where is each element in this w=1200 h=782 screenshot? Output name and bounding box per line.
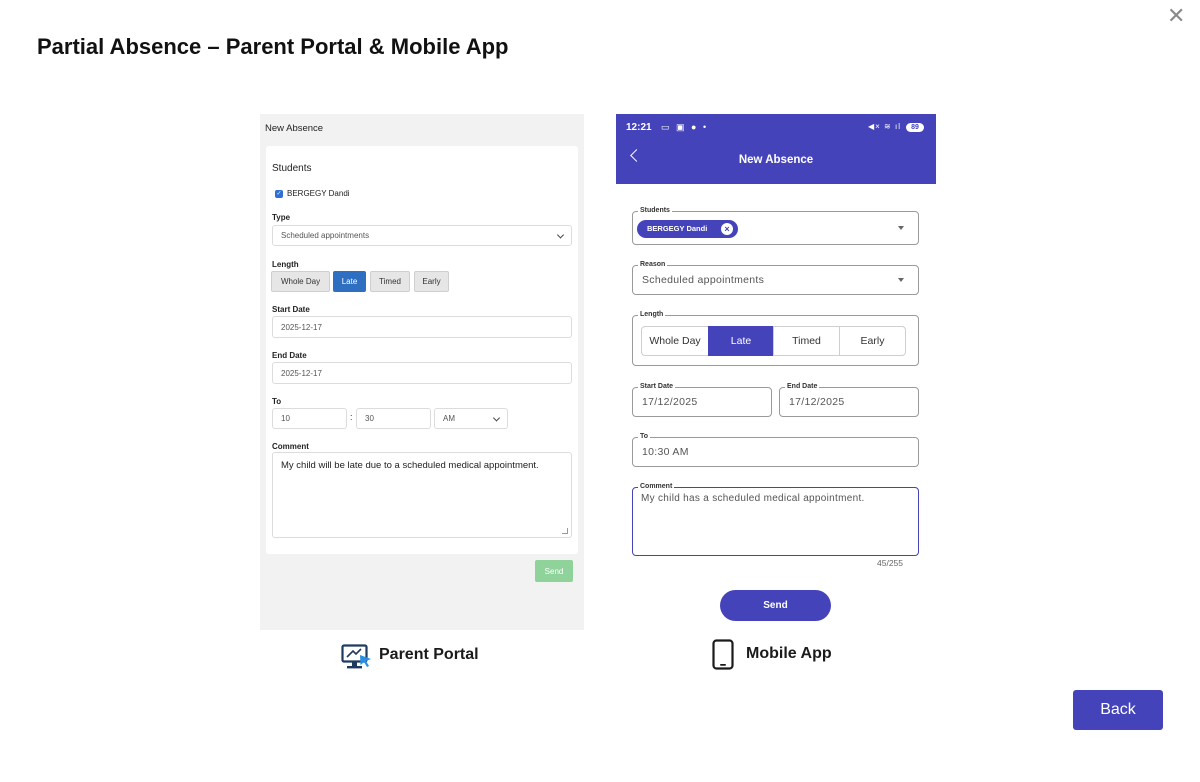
remove-chip-icon[interactable]: × [721, 223, 733, 235]
to-hour-value: 10 [281, 414, 290, 423]
mobile-end-date-label: End Date [785, 382, 820, 392]
end-date-input[interactable]: 2025-12-17 [272, 362, 572, 384]
mobile-students-label: Students [638, 206, 672, 216]
to-hour-input[interactable]: 10 [272, 408, 347, 429]
mobile-length-late[interactable]: Late [708, 326, 774, 356]
mobile-app-caption: Mobile App [746, 645, 832, 662]
type-label: Type [272, 213, 291, 222]
mobile-length-whole-day[interactable]: Whole Day [641, 326, 709, 356]
dropdown-arrow-icon [898, 278, 904, 282]
signal-icons: ◀× ≋ ıl [868, 122, 901, 131]
mobile-start-date-field[interactable]: Start Date 17/12/2025 [632, 382, 772, 417]
mobile-length-timed[interactable]: Timed [773, 326, 840, 356]
mobile-length-label: Length [638, 310, 666, 320]
mobile-end-date-value: 17/12/2025 [789, 396, 845, 408]
mobile-app-screenshot: 12:21 ▭ ▣ ● • ◀× ≋ ıl 89 New Absence Stu… [616, 114, 936, 621]
mobile-comment-label: Comment [638, 482, 675, 492]
mobile-length-field: Length Whole Day Late Timed Early [632, 310, 919, 366]
portal-form-card: Students ✓ BERGEGY Dandi Type Scheduled … [266, 146, 578, 554]
to-minute-value: 30 [365, 414, 374, 423]
student-checkbox[interactable]: ✓ [275, 190, 283, 198]
parent-portal-caption: Parent Portal [379, 646, 479, 663]
end-date-value: 2025-12-17 [281, 368, 322, 378]
mobile-end-date-field[interactable]: End Date 17/12/2025 [779, 382, 919, 417]
mobile-reason-field[interactable]: Reason Scheduled appointments [632, 260, 919, 295]
portal-length-late[interactable]: Late [333, 271, 366, 292]
mobile-reason-label: Reason [638, 260, 668, 270]
comment-textarea[interactable]: My child will be late due to a scheduled… [272, 452, 572, 538]
end-date-label: End Date [272, 351, 307, 360]
start-date-label: Start Date [272, 305, 310, 314]
mobile-send-button[interactable]: Send [720, 590, 831, 621]
status-time: 12:21 [626, 122, 652, 133]
type-select[interactable]: Scheduled appointments [272, 225, 572, 246]
mobile-app-bar: 12:21 ▭ ▣ ● • ◀× ≋ ıl 89 New Absence [616, 114, 936, 184]
close-icon[interactable]: ✕ [1167, 5, 1185, 27]
comment-label: Comment [272, 442, 309, 451]
start-date-input[interactable]: 2025-12-17 [272, 316, 572, 338]
to-label: To [272, 397, 282, 406]
mobile-comment-value: My child has a scheduled medical appoint… [641, 493, 865, 504]
mobile-to-value: 10:30 AM [642, 446, 689, 458]
portal-students-label: Students [272, 163, 312, 174]
chevron-down-icon [492, 413, 501, 422]
to-minute-input[interactable]: 30 [356, 408, 431, 429]
mobile-comment-field[interactable]: Comment My child has a scheduled medical… [632, 482, 919, 556]
student-chip-label: BERGEGY Dandi [647, 224, 708, 233]
parent-portal-screenshot: New Absence Students ✓ BERGEGY Dandi Typ… [260, 114, 584, 630]
mobile-reason-value: Scheduled appointments [642, 274, 765, 286]
ampm-value: AM [443, 414, 455, 423]
length-label: Length [272, 260, 299, 269]
portal-send-button[interactable]: Send [535, 560, 573, 582]
mobile-length-early[interactable]: Early [839, 326, 906, 356]
mobile-students-field[interactable]: Students BERGEGY Dandi × [632, 206, 919, 245]
student-name: BERGEGY Dandi [287, 189, 350, 198]
notification-icons: ▭ ▣ ● • [661, 122, 709, 132]
time-separator: : [350, 412, 353, 422]
student-chip: BERGEGY Dandi × [637, 220, 738, 238]
back-button[interactable]: Back [1073, 690, 1163, 730]
battery-icon: 89 [906, 123, 924, 132]
resize-handle-icon[interactable] [562, 528, 568, 534]
mobile-start-date-label: Start Date [638, 382, 676, 392]
portal-length-early[interactable]: Early [414, 271, 449, 292]
mobile-start-date-value: 17/12/2025 [642, 396, 698, 408]
page-title: Partial Absence – Parent Portal & Mobile… [37, 34, 509, 59]
mobile-to-label: To [638, 432, 651, 442]
portal-heading: New Absence [265, 123, 324, 134]
comment-value: My child will be late due to a scheduled… [281, 460, 539, 471]
character-counter: 45/255 [877, 558, 903, 568]
portal-length-whole-day[interactable]: Whole Day [271, 271, 330, 292]
chevron-down-icon [556, 230, 565, 239]
start-date-value: 2025-12-17 [281, 322, 322, 332]
dropdown-arrow-icon [898, 226, 904, 230]
mobile-heading: New Absence [738, 154, 814, 166]
mobile-phone-icon [712, 639, 734, 670]
portal-length-timed[interactable]: Timed [370, 271, 410, 292]
monitor-cursor-icon [341, 644, 371, 669]
type-value: Scheduled appointments [281, 231, 370, 240]
mobile-to-field[interactable]: To 10:30 AM [632, 432, 919, 467]
ampm-select[interactable]: AM [434, 408, 508, 429]
